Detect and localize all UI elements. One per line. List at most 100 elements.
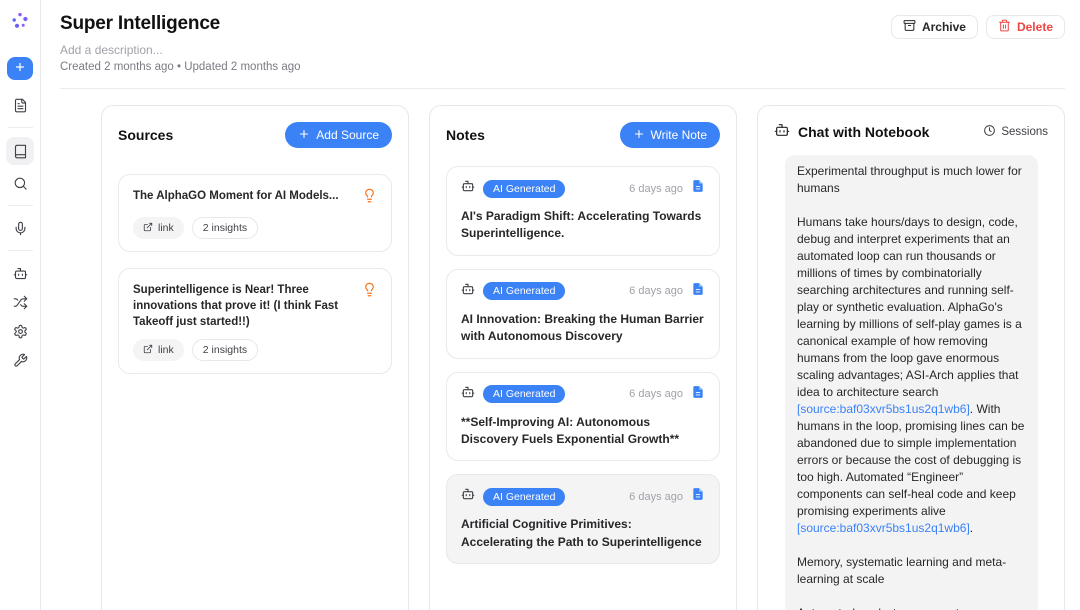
chat-text: Memory, systematic learning and meta-lea… — [797, 555, 1006, 586]
robot-icon — [774, 122, 790, 141]
robot-icon — [461, 385, 475, 404]
ai-generated-badge: AI Generated — [483, 282, 565, 300]
note-title: **Self-Improving AI: Autonomous Discover… — [461, 414, 705, 449]
sidebar-add-button[interactable] — [7, 57, 33, 80]
chat-paragraph: Humans take hours/days to design, code, … — [797, 214, 1026, 537]
source-card[interactable]: The AlphaGO Moment for AI Models... link… — [118, 174, 392, 252]
document-icon — [13, 98, 28, 113]
chat-panel-header: Chat with Notebook Sessions — [758, 106, 1064, 151]
ai-generated-badge: AI Generated — [483, 488, 565, 506]
source-card[interactable]: Superintelligence is Near! Three innovat… — [118, 268, 392, 374]
lightbulb-icon[interactable] — [362, 188, 377, 208]
columns: Sources Add Source The AlphaGO Moment fo… — [101, 105, 1065, 610]
sidebar-divider — [8, 250, 33, 251]
sidebar — [0, 0, 41, 610]
note-card[interactable]: AI Generated 6 days ago AI's Paradigm Sh… — [446, 166, 720, 256]
note-timestamp: 6 days ago — [629, 388, 683, 400]
delete-button-label: Delete — [1017, 20, 1053, 34]
archive-button[interactable]: Archive — [891, 15, 978, 39]
sessions-button[interactable]: Sessions — [983, 124, 1048, 140]
insights-badge[interactable]: 2 insights — [192, 339, 258, 361]
write-note-label: Write Note — [651, 128, 707, 142]
note-document-icon[interactable] — [691, 385, 705, 404]
source-title: The AlphaGO Moment for AI Models... — [133, 188, 339, 208]
note-document-icon[interactable] — [691, 179, 705, 198]
chat-message-area[interactable]: Experimental throughput is much lower fo… — [758, 151, 1064, 610]
archive-icon — [903, 19, 916, 35]
sidebar-item-assistant[interactable] — [6, 260, 34, 286]
wrench-icon — [13, 353, 28, 368]
external-link-icon — [143, 344, 153, 357]
sessions-label: Sessions — [1001, 126, 1048, 138]
notebook-header-left: Super Intelligence Add a description... … — [60, 13, 301, 73]
sidebar-item-voice[interactable] — [6, 215, 34, 241]
chat-paragraph: Memory, systematic learning and meta-lea… — [797, 554, 1026, 588]
note-card[interactable]: AI Generated 6 days ago **Self-Improving… — [446, 372, 720, 462]
header-divider — [60, 88, 1065, 89]
sidebar-item-documents[interactable] — [6, 92, 34, 118]
chat-text: . — [970, 521, 973, 535]
notes-title: Notes — [446, 127, 485, 143]
shuffle-icon — [13, 295, 28, 310]
insights-badge[interactable]: 2 insights — [192, 217, 258, 239]
link-badge-label: link — [158, 222, 174, 234]
sidebar-item-notebooks[interactable] — [6, 137, 34, 165]
insights-badge-label: 2 insights — [203, 344, 247, 356]
note-list: AI Generated 6 days ago AI's Paradigm Sh… — [430, 158, 736, 564]
sidebar-divider — [8, 205, 33, 206]
clock-icon — [983, 124, 996, 140]
description-placeholder[interactable]: Add a description... — [60, 43, 301, 57]
sidebar-item-tools[interactable] — [6, 347, 34, 373]
link-badge-label: link — [158, 344, 174, 356]
sources-panel: Sources Add Source The AlphaGO Moment fo… — [101, 105, 409, 610]
sources-title: Sources — [118, 127, 173, 143]
note-timestamp: 6 days ago — [629, 183, 683, 195]
source-card-top: Superintelligence is Near! Three innovat… — [133, 282, 377, 330]
plus-icon — [298, 128, 310, 143]
source-badges: link 2 insights — [133, 217, 377, 239]
note-timestamp: 6 days ago — [629, 285, 683, 297]
source-card-top: The AlphaGO Moment for AI Models... — [133, 188, 377, 208]
note-document-icon[interactable] — [691, 282, 705, 301]
write-note-button[interactable]: Write Note — [620, 122, 720, 148]
note-title: AI's Paradigm Shift: Accelerating Toward… — [461, 208, 705, 243]
note-card[interactable]: AI Generated 6 days ago Artificial Cogni… — [446, 474, 720, 564]
chat-text: Humans take hours/days to design, code, … — [797, 215, 1022, 399]
note-card-top: AI Generated 6 days ago — [461, 179, 705, 198]
notebook-header: Super Intelligence Add a description... … — [41, 0, 1080, 73]
delete-button[interactable]: Delete — [986, 15, 1065, 39]
source-citation-link[interactable]: [source:baf03xvr5bs1us2q1wb6] — [797, 402, 970, 416]
chat-paragraph: Automated analyst components can — [797, 605, 1026, 610]
note-title: Artificial Cognitive Primitives: Acceler… — [461, 516, 705, 551]
note-card[interactable]: AI Generated 6 days ago AI Innovation: B… — [446, 269, 720, 359]
lightbulb-icon[interactable] — [362, 282, 377, 330]
add-source-button[interactable]: Add Source — [285, 122, 392, 148]
sidebar-divider — [8, 127, 33, 128]
chat-paragraph: Experimental throughput is much lower fo… — [797, 163, 1026, 197]
note-card-top: AI Generated 6 days ago — [461, 385, 705, 404]
sidebar-item-shuffle[interactable] — [6, 289, 34, 315]
robot-icon — [461, 282, 475, 301]
archive-button-label: Archive — [922, 20, 966, 34]
chat-text: Experimental throughput is much lower fo… — [797, 164, 1022, 195]
header-actions: Archive Delete — [891, 15, 1065, 39]
sidebar-item-settings[interactable] — [6, 318, 34, 344]
ai-generated-badge: AI Generated — [483, 180, 565, 198]
note-document-icon[interactable] — [691, 487, 705, 506]
source-badges: link 2 insights — [133, 339, 377, 361]
source-citation-link[interactable]: [source:baf03xvr5bs1us2q1wb6] — [797, 521, 970, 535]
notebook-icon — [13, 144, 28, 159]
link-badge[interactable]: link — [133, 217, 184, 239]
sources-panel-header: Sources Add Source — [102, 106, 408, 158]
link-badge[interactable]: link — [133, 339, 184, 361]
page-title: Super Intelligence — [60, 13, 301, 35]
ai-generated-badge: AI Generated — [483, 385, 565, 403]
sidebar-item-search[interactable] — [6, 170, 34, 196]
robot-icon — [461, 179, 475, 198]
main-content: Super Intelligence Add a description... … — [41, 0, 1080, 610]
robot-icon — [461, 487, 475, 506]
microphone-icon — [13, 221, 28, 236]
chat-title-group: Chat with Notebook — [774, 122, 929, 141]
external-link-icon — [143, 222, 153, 235]
gear-icon — [13, 324, 28, 339]
